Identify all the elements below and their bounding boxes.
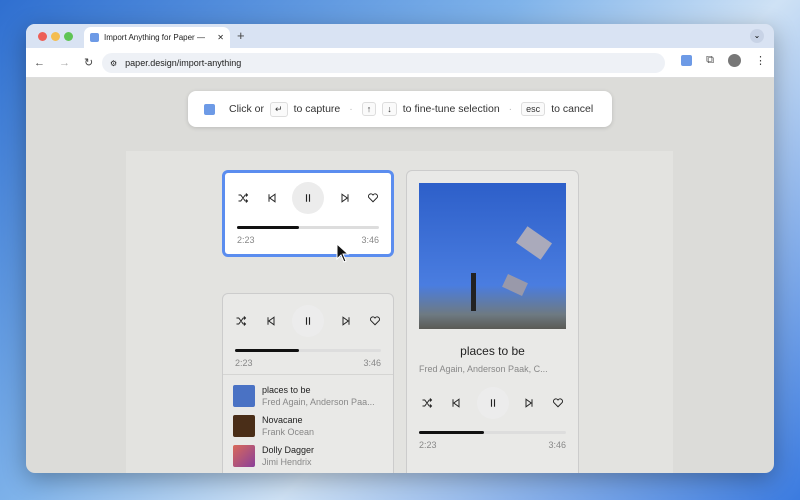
shuffle-icon [238, 193, 249, 203]
tab-bar: Import Anything for Paper — ✕ + ⌄ [26, 24, 774, 48]
progress-fill [237, 226, 300, 229]
player-card-with-queue[interactable]: 2:23 3:46 places to be Fred Again, Anderso… [222, 293, 394, 473]
tab-title: Import Anything for Paper — [104, 33, 205, 42]
shuffle-icon [236, 316, 247, 326]
tab-search-button[interactable]: ⌄ [750, 29, 764, 43]
player-card-selected[interactable]: 2:23 3:46 [222, 170, 394, 257]
hint-text: to cancel [551, 103, 594, 115]
album-art [233, 445, 255, 467]
site-settings-icon[interactable]: ⚙ [110, 59, 117, 68]
duration-time: 3:46 [548, 440, 566, 450]
address-bar[interactable]: ⚙ paper.design/import-anything [102, 53, 665, 73]
pause-icon [305, 317, 311, 325]
pause-icon [305, 194, 311, 202]
progress-bar[interactable] [235, 349, 381, 352]
maximize-window-button[interactable] [64, 32, 73, 41]
pause-button[interactable] [292, 305, 324, 337]
previous-button[interactable] [264, 190, 280, 206]
progress-bar[interactable] [419, 431, 566, 434]
album-art [233, 385, 255, 407]
previous-button[interactable] [448, 395, 464, 411]
canvas-panel: 2:23 3:46 2:23 3:46 places to be Fred Again… [126, 151, 673, 473]
previous-icon [452, 398, 460, 408]
shuffle-button[interactable] [233, 313, 249, 329]
shuffle-icon [422, 398, 433, 408]
tab-active[interactable]: Import Anything for Paper — ✕ [84, 27, 230, 48]
new-tab-button[interactable]: + [237, 28, 245, 43]
playback-controls [225, 182, 391, 214]
playback-controls [419, 387, 566, 419]
like-button[interactable] [550, 395, 566, 411]
like-button[interactable] [365, 190, 381, 206]
hint-text: to fine-tune selection [402, 103, 500, 115]
mouse-cursor-icon [336, 243, 350, 263]
capture-hint-bar: Click or ↵ to capture · ↑ ↓ to fine-tune… [188, 91, 612, 127]
pause-button[interactable] [292, 182, 324, 214]
progress-bar[interactable] [237, 226, 379, 229]
elapsed-time: 2:23 [235, 358, 253, 368]
separator: · [508, 103, 513, 115]
previous-button[interactable] [263, 313, 279, 329]
paper-extension-icon[interactable] [681, 55, 693, 66]
previous-icon [267, 316, 274, 326]
now-playing-artist: Fred Again, Anderson Paak, C... [419, 364, 548, 374]
heart-icon [370, 316, 380, 326]
separator: · [349, 103, 353, 115]
up-key: ↑ [361, 102, 377, 116]
elapsed-time: 2:23 [237, 235, 255, 245]
next-button[interactable] [338, 313, 354, 329]
browser-window: Import Anything for Paper — ✕ + ⌄ ← → ↻ … [26, 24, 774, 473]
track-title: Novacane [262, 415, 303, 425]
url-text: paper.design/import-anything [125, 58, 242, 68]
now-playing-card[interactable]: places to be Fred Again, Anderson Paak, … [406, 170, 579, 473]
album-cover [419, 183, 566, 329]
forward-button[interactable]: → [59, 57, 70, 69]
album-art [233, 415, 255, 437]
track-artist: Jimi Hendrix [262, 457, 312, 467]
shuffle-button[interactable] [419, 395, 435, 411]
reload-button[interactable]: ↻ [84, 56, 93, 69]
playback-controls [223, 305, 393, 337]
next-button[interactable] [337, 190, 353, 206]
pause-icon [490, 399, 495, 407]
progress-fill [419, 431, 484, 434]
track-artist: Frank Ocean [262, 427, 315, 437]
paper-favicon-icon [90, 33, 99, 42]
minimize-window-button[interactable] [51, 32, 60, 41]
down-key: ↓ [382, 102, 397, 116]
hint-text: Click or [229, 103, 265, 115]
menu-icon[interactable]: ⋮ [755, 54, 766, 67]
duration-time: 3:46 [361, 235, 379, 245]
paper-logo-icon [204, 103, 215, 115]
track-artist: Fred Again, Anderson Paa... [262, 397, 375, 407]
back-button[interactable]: ← [34, 57, 45, 69]
duration-time: 3:46 [363, 358, 381, 368]
profile-avatar[interactable] [728, 54, 741, 67]
queue-item[interactable]: places to be Fred Again, Anderson Paa... [233, 385, 383, 407]
track-title: Dolly Dagger [262, 445, 315, 455]
elapsed-time: 2:23 [419, 440, 437, 450]
next-icon [525, 398, 533, 408]
queue-list: places to be Fred Again, Anderson Paa... … [223, 374, 393, 467]
track-title: places to be [262, 385, 311, 395]
shuffle-button[interactable] [235, 190, 251, 206]
close-window-button[interactable] [38, 32, 47, 41]
now-playing-title: places to be [460, 344, 525, 358]
close-tab-icon[interactable]: ✕ [217, 33, 224, 42]
pause-button[interactable] [476, 387, 509, 419]
esc-key: esc [521, 102, 546, 116]
progress-fill [235, 349, 300, 352]
extensions-icon[interactable]: ⧉ [706, 54, 714, 67]
next-icon [342, 316, 349, 326]
heart-icon [368, 193, 378, 203]
next-button[interactable] [521, 395, 537, 411]
previous-icon [268, 193, 275, 203]
next-icon [341, 193, 348, 203]
heart-icon [553, 398, 563, 408]
queue-item[interactable]: Novacane Frank Ocean [233, 415, 383, 437]
queue-item[interactable]: Dolly Dagger Jimi Hendrix [233, 445, 383, 467]
enter-key: ↵ [270, 101, 288, 117]
hint-text: to capture [293, 103, 341, 115]
like-button[interactable] [367, 313, 383, 329]
